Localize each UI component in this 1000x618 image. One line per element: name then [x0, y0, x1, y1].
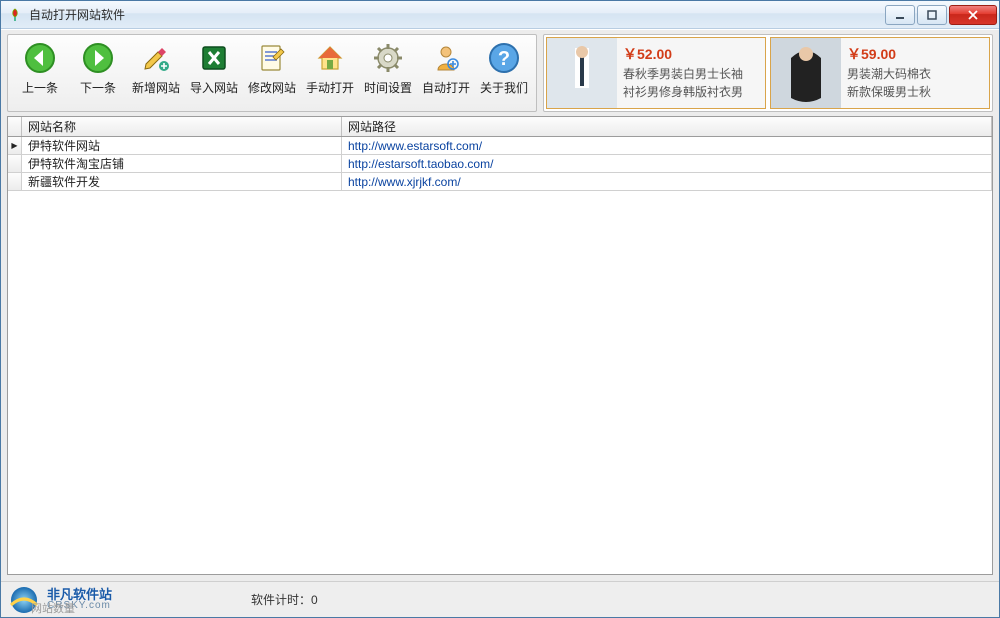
- grid-header-indicator: [8, 117, 22, 136]
- site-count-label: 网站数量: [31, 600, 75, 616]
- ad-thumb-2: [771, 38, 841, 108]
- import-site-button[interactable]: 导入网站: [188, 39, 240, 107]
- close-button[interactable]: [949, 5, 997, 25]
- col-header-name[interactable]: 网站名称: [22, 117, 342, 136]
- ad-price-1: ￥52.00: [623, 44, 743, 64]
- add-site-label: 新增网站: [132, 79, 180, 96]
- toolbar-row: 上一条 下一条 新增网站: [7, 34, 993, 112]
- time-settings-button[interactable]: 时间设置: [362, 39, 414, 107]
- person-icon: [429, 41, 463, 75]
- manual-open-label: 手动打开: [306, 79, 354, 96]
- about-label: 关于我们: [480, 79, 528, 96]
- question-icon: ?: [487, 41, 521, 75]
- maximize-button[interactable]: [917, 5, 947, 25]
- cell-site-url: http://www.xjrjkf.com/: [342, 173, 992, 190]
- arrow-right-icon: [81, 41, 115, 75]
- pencil-add-icon: [139, 41, 173, 75]
- ad-text-1: ￥52.00 春秋季男装白男士长袖 衬衫男修身韩版衬衣男: [617, 38, 749, 108]
- app-window: 自动打开网站软件 上一条: [0, 0, 1000, 618]
- prev-button[interactable]: 上一条: [14, 39, 66, 107]
- ad-text-2: ￥59.00 男装潮大码棉衣 新款保暖男士秋: [841, 38, 937, 108]
- next-button[interactable]: 下一条: [72, 39, 124, 107]
- auto-open-label: 自动打开: [422, 79, 470, 96]
- ad-desc-1b: 衬衫男修身韩版衬衣男: [623, 84, 743, 100]
- cell-site-name: 伊特软件淘宝店铺: [22, 155, 342, 172]
- import-site-label: 导入网站: [190, 79, 238, 96]
- edit-document-icon: [255, 41, 289, 75]
- ad-desc-1a: 春秋季男装白男士长袖: [623, 66, 743, 82]
- window-title: 自动打开网站软件: [29, 6, 125, 23]
- excel-icon: [197, 41, 231, 75]
- row-indicator: [8, 137, 22, 154]
- prev-label: 上一条: [22, 79, 58, 96]
- cell-site-name: 伊特软件网站: [22, 137, 342, 154]
- timer-value: 0: [311, 593, 318, 607]
- time-settings-label: 时间设置: [364, 79, 412, 96]
- timer-label: 软件计时：: [251, 593, 311, 607]
- table-row[interactable]: 伊特软件网站http://www.estarsoft.com/: [8, 137, 992, 155]
- next-label: 下一条: [80, 79, 116, 96]
- client-area: 上一条 下一条 新增网站: [1, 29, 999, 581]
- window-controls: [885, 5, 997, 25]
- col-header-url[interactable]: 网站路径: [342, 117, 992, 136]
- ad-thumb-1: [547, 38, 617, 108]
- cell-site-url: http://estarsoft.taobao.com/: [342, 155, 992, 172]
- ad-price-2: ￥59.00: [847, 44, 931, 64]
- manual-open-button[interactable]: 手动打开: [304, 39, 356, 107]
- toolbar: 上一条 下一条 新增网站: [7, 34, 537, 112]
- cell-site-url: http://www.estarsoft.com/: [342, 137, 992, 154]
- grid-body[interactable]: 伊特软件网站http://www.estarsoft.com/伊特软件淘宝店铺h…: [8, 137, 992, 574]
- titlebar: 自动打开网站软件: [1, 1, 999, 29]
- table-row[interactable]: 新疆软件开发http://www.xjrjkf.com/: [8, 173, 992, 191]
- row-indicator: [8, 155, 22, 172]
- edit-site-label: 修改网站: [248, 79, 296, 96]
- add-site-button[interactable]: 新增网站: [130, 39, 182, 107]
- statusbar: 非凡软件站 CRSKY.com 网站数量 软件计时：0: [1, 581, 999, 617]
- svg-text:?: ?: [498, 48, 510, 70]
- ad-desc-2b: 新款保暖男士秋: [847, 84, 931, 100]
- ads-panel: ￥52.00 春秋季男装白男士长袖 衬衫男修身韩版衬衣男 ￥59.00 男装潮大…: [543, 34, 993, 112]
- arrow-left-icon: [23, 41, 57, 75]
- ad-card-2[interactable]: ￥59.00 男装潮大码棉衣 新款保暖男士秋: [770, 37, 990, 109]
- timer: 软件计时：0: [251, 591, 318, 608]
- app-icon: [7, 7, 23, 23]
- site-grid: 网站名称 网站路径 伊特软件网站http://www.estarsoft.com…: [7, 116, 993, 575]
- cell-site-name: 新疆软件开发: [22, 173, 342, 190]
- ad-desc-2a: 男装潮大码棉衣: [847, 66, 931, 82]
- row-indicator: [8, 173, 22, 190]
- auto-open-button[interactable]: 自动打开: [420, 39, 472, 107]
- table-row[interactable]: 伊特软件淘宝店铺http://estarsoft.taobao.com/: [8, 155, 992, 173]
- minimize-button[interactable]: [885, 5, 915, 25]
- edit-site-button[interactable]: 修改网站: [246, 39, 298, 107]
- home-icon: [313, 41, 347, 75]
- about-button[interactable]: ? 关于我们: [478, 39, 530, 107]
- ad-card-1[interactable]: ￥52.00 春秋季男装白男士长袖 衬衫男修身韩版衬衣男: [546, 37, 766, 109]
- gear-icon: [371, 41, 405, 75]
- grid-header: 网站名称 网站路径: [8, 117, 992, 137]
